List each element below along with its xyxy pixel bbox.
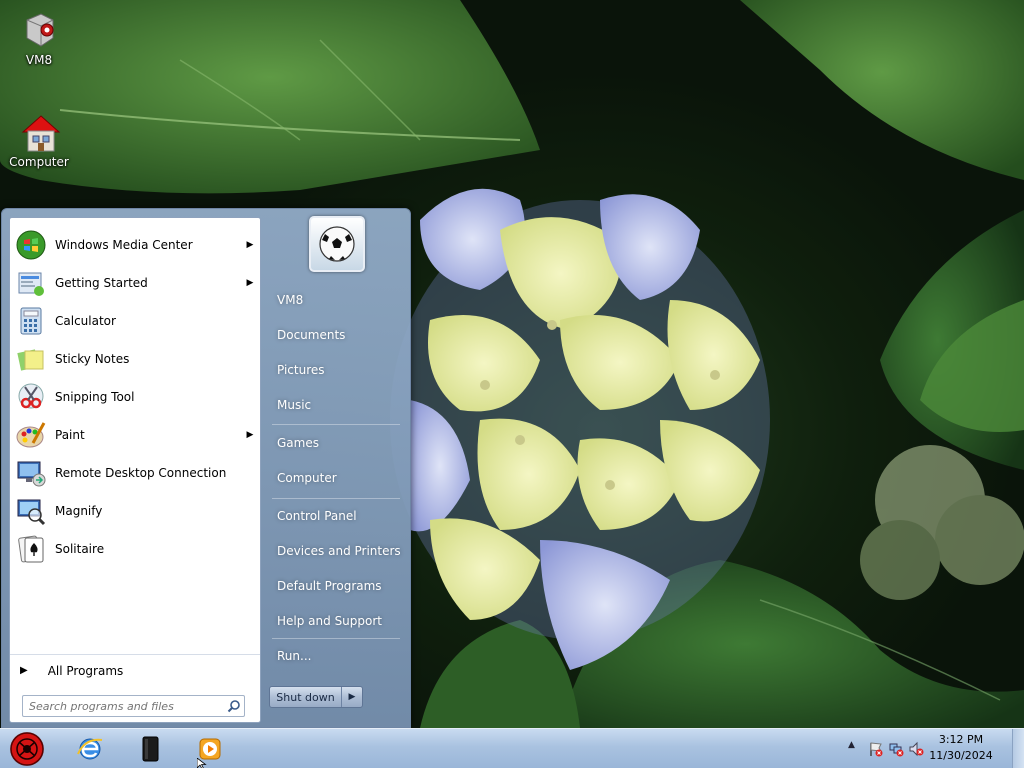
vm-device-icon: [142, 736, 159, 762]
all-programs-label: All Programs: [47, 663, 124, 678]
place-documents[interactable]: Documents: [269, 320, 403, 350]
place-help-and-support[interactable]: Help and Support: [269, 606, 403, 636]
solitaire-icon: [15, 533, 47, 565]
program-label: Windows Media Center: [55, 238, 193, 252]
shutdown-options-arrow-icon[interactable]: ▶: [342, 687, 362, 707]
internet-explorer-icon: [77, 738, 103, 760]
remote-desktop-icon: [15, 457, 47, 489]
program-label: Sticky Notes: [55, 352, 130, 366]
start-menu: Windows Media Center ▶ Getting Started ▶…: [1, 208, 411, 728]
show-desktop-button[interactable]: [1012, 729, 1024, 768]
magnify-icon: [15, 495, 47, 527]
vm8-app-icon: [19, 10, 59, 50]
start-orb-icon: [10, 732, 44, 766]
taskbar-media-player[interactable]: [182, 731, 238, 767]
taskbar-internet-explorer[interactable]: [62, 731, 118, 767]
system-tray: ▲ 3:12 PM 11/30/2024: [834, 729, 1024, 768]
program-label: Magnify: [55, 504, 103, 518]
separator: [272, 638, 400, 639]
place-default-programs[interactable]: Default Programs: [269, 571, 403, 601]
place-run[interactable]: Run...: [269, 641, 403, 671]
place-control-panel[interactable]: Control Panel: [269, 501, 403, 531]
network-icon[interactable]: [888, 741, 904, 757]
place-computer[interactable]: Computer: [269, 463, 403, 493]
snipping-tool-icon: [15, 381, 47, 413]
start-button[interactable]: [7, 730, 47, 768]
action-center-flag-icon[interactable]: [868, 741, 884, 757]
programs-pane: Windows Media Center ▶ Getting Started ▶…: [9, 217, 261, 723]
mouse-cursor-icon: [196, 757, 207, 768]
program-snipping-tool[interactable]: Snipping Tool: [13, 379, 257, 415]
search-icon[interactable]: [224, 696, 244, 716]
search-box[interactable]: [22, 695, 245, 717]
submenu-arrow-icon[interactable]: ▶: [243, 240, 257, 250]
clock[interactable]: 3:12 PM 11/30/2024: [926, 732, 996, 764]
program-label: Getting Started: [55, 276, 148, 290]
submenu-arrow-icon[interactable]: ▶: [243, 430, 257, 440]
place-devices-and-printers[interactable]: Devices and Printers: [269, 536, 403, 566]
show-hidden-icons-chevron[interactable]: ▲: [848, 740, 864, 756]
program-paint[interactable]: Paint ▶: [13, 417, 257, 453]
computer-house-icon: [19, 112, 61, 152]
place-games[interactable]: Games: [269, 428, 403, 458]
program-remote-desktop[interactable]: Remote Desktop Connection: [13, 455, 257, 491]
program-label: Remote Desktop Connection: [55, 466, 227, 480]
soccer-ball-icon: [319, 226, 355, 262]
user-picture[interactable]: [309, 216, 365, 272]
place-vm8[interactable]: VM8: [269, 285, 403, 315]
clock-date: 11/30/2024: [929, 749, 993, 762]
program-magnify[interactable]: Magnify: [13, 493, 257, 529]
desktop-icon-computer[interactable]: Computer: [4, 112, 74, 169]
program-windows-media-center[interactable]: Windows Media Center ▶: [13, 227, 257, 263]
paint-icon: [15, 419, 47, 451]
taskbar-vm-device[interactable]: [122, 731, 178, 767]
shutdown-button[interactable]: Shut down ▶: [269, 686, 363, 708]
place-pictures[interactable]: Pictures: [269, 355, 403, 385]
submenu-arrow-icon[interactable]: ▶: [243, 278, 257, 288]
taskbar: ▲ 3:12 PM 11/30/2024: [0, 728, 1024, 768]
program-getting-started[interactable]: Getting Started ▶: [13, 265, 257, 301]
program-calculator[interactable]: Calculator: [13, 303, 257, 339]
sticky-notes-icon: [15, 343, 47, 375]
getting-started-icon: [15, 267, 47, 299]
calculator-icon: [15, 305, 47, 337]
desktop-icon-label: VM8: [25, 53, 53, 67]
program-label: Solitaire: [55, 542, 105, 556]
expand-arrow-icon: ▶: [20, 665, 28, 676]
program-label: Paint: [55, 428, 85, 442]
program-solitaire[interactable]: Solitaire: [13, 531, 257, 567]
clock-time: 3:12 PM: [938, 733, 984, 746]
program-label: Snipping Tool: [55, 390, 135, 404]
shutdown-label[interactable]: Shut down: [270, 687, 342, 707]
places-pane: VM8 Documents Pictures Music Games Compu…: [262, 209, 410, 727]
windows-media-center-icon: [15, 229, 47, 261]
desktop-icon-vm8[interactable]: VM8: [4, 10, 74, 67]
place-music[interactable]: Music: [269, 390, 403, 420]
separator: [272, 498, 400, 499]
volume-muted-icon[interactable]: [908, 741, 924, 757]
program-label: Calculator: [55, 314, 116, 328]
search-input[interactable]: [23, 699, 224, 713]
all-programs-button[interactable]: ▶ All Programs: [10, 654, 260, 686]
program-sticky-notes[interactable]: Sticky Notes: [13, 341, 257, 377]
separator: [272, 424, 400, 425]
desktop-icon-label: Computer: [9, 155, 69, 169]
